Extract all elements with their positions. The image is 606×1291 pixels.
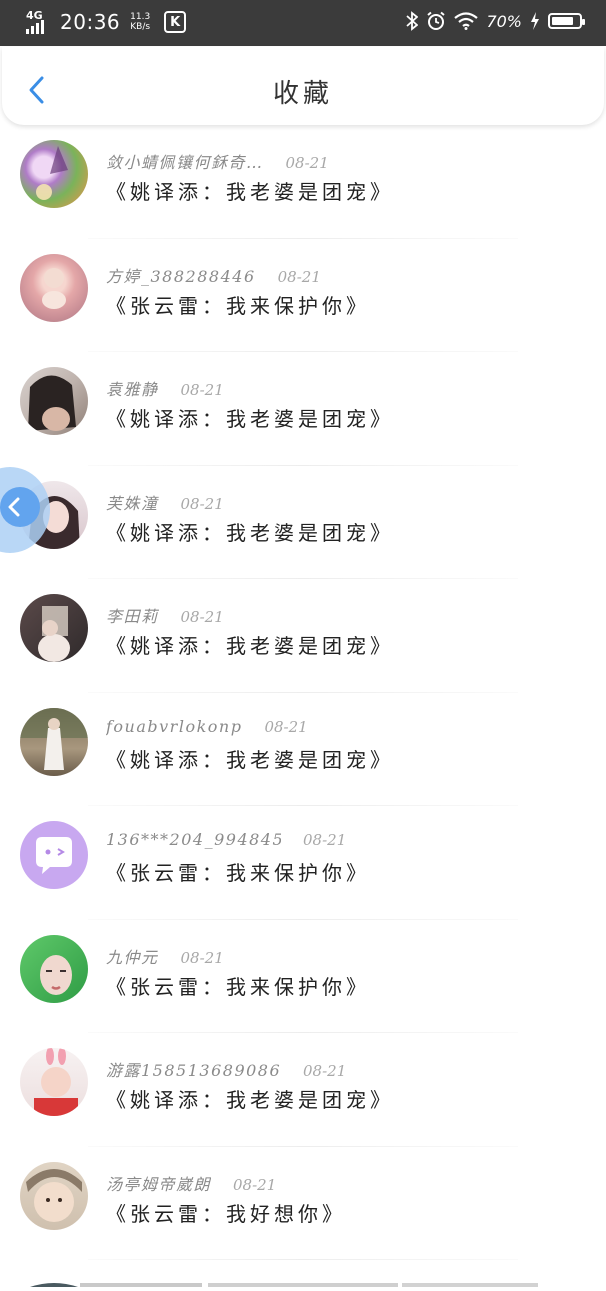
avatar-image <box>34 1048 78 1116</box>
item-title[interactable]: 《张云雷：我来保护你》 <box>106 971 370 1000</box>
list-item[interactable]: 游露1585136890860 08-21 《姚译添：我老婆是团宠》 <box>0 1033 606 1147</box>
list-item[interactable]: 敛小蜻佩镶何鉌奇… 08-21 《姚译添：我老婆是团宠》 <box>0 125 606 239</box>
avatar-image <box>28 375 76 431</box>
avatar-image <box>20 707 88 770</box>
list-item[interactable]: 方婷_388288446 08-21 《张云雷：我来保护你》 <box>0 239 606 352</box>
battery-percent: 70% <box>486 11 522 31</box>
next-item-preview <box>30 1283 538 1287</box>
item-title[interactable]: 《张云雷：我来保护你》 <box>106 290 370 319</box>
status-bar: 4G 20:36 11.3 KB/s K 70% <box>0 0 606 46</box>
author-name: 汤亭姆帝崴朗 <box>106 1174 212 1194</box>
battery-icon <box>548 13 585 29</box>
author-name: 敛小蜻佩镶何鉌奇… <box>106 153 264 172</box>
author-name: 136***204_994845… <box>106 830 281 849</box>
list-item[interactable]: fouabvrlokonp 08-21 《姚译添：我老婆是团宠》 <box>0 693 606 806</box>
author-name: 游露1585136890860 <box>106 1061 281 1080</box>
list-item[interactable]: 李田莉 08-21 《姚译添：我老婆是团宠》 <box>0 579 606 693</box>
list-item[interactable]: 芙姝潼 08-21 《姚译添：我老婆是团宠》 <box>0 466 606 579</box>
list-item[interactable]: 汤亭姆帝崴朗 08-21 《张云雷：我好想你》 <box>0 1147 606 1260</box>
avatar-image <box>42 267 66 309</box>
author-name: 九仲元 <box>106 947 159 967</box>
avatar-image <box>40 954 72 995</box>
favorites-list: 敛小蜻佩镶何鉌奇… 08-21 《姚译添：我老婆是团宠》 方婷_38828844… <box>0 125 606 1260</box>
avatar[interactable] <box>20 1161 88 1230</box>
item-date: 08-21 <box>180 948 224 967</box>
item-date: 08-21 <box>264 717 308 736</box>
item-title[interactable]: 《姚译添：我老婆是团宠》 <box>106 744 394 773</box>
avatar-image <box>38 606 70 662</box>
item-date: 08-21 <box>233 1175 277 1194</box>
item-date: 08-21 <box>180 381 224 399</box>
author-name: 方婷_388288446 <box>106 266 256 286</box>
alarm-icon <box>427 11 446 30</box>
avatar[interactable] <box>20 934 88 1003</box>
item-title[interactable]: 《姚译添：我老婆是团宠》 <box>106 517 394 546</box>
charging-icon <box>531 12 539 30</box>
avatar[interactable] <box>20 367 88 435</box>
net-speed-value: 11.3 <box>130 12 151 22</box>
item-date: 08-21 <box>303 1062 347 1080</box>
chevron-left-icon <box>8 497 20 517</box>
item-date: 08-21 <box>285 154 329 172</box>
signal-icon: 4G <box>26 9 52 34</box>
divider <box>88 1259 518 1260</box>
nav-bar: 收藏 <box>2 47 604 125</box>
author-name: 芙姝潼 <box>106 493 159 513</box>
author-name: 李田莉 <box>106 607 159 626</box>
page-title: 收藏 <box>272 79 333 109</box>
item-title[interactable]: 《姚译添：我老婆是团宠》 <box>106 403 394 432</box>
avatar-image <box>36 146 68 200</box>
item-title[interactable]: 《张云雷：我来保护你》 <box>106 857 370 886</box>
avatar-image <box>26 1168 82 1222</box>
avatar[interactable] <box>20 594 88 662</box>
item-title[interactable]: 《姚译添：我老婆是团宠》 <box>106 1084 394 1113</box>
avatar[interactable] <box>20 821 88 889</box>
avatar[interactable] <box>20 707 88 776</box>
item-date: 08-21 <box>303 831 347 849</box>
next-item-peek <box>0 1272 606 1287</box>
clock: 20:36 <box>60 10 121 34</box>
author-name: fouabvrlokonp <box>106 716 243 736</box>
item-title[interactable]: 《姚译添：我老婆是团宠》 <box>106 630 394 659</box>
author-name: 袁雅静 <box>106 380 159 399</box>
avatar[interactable] <box>20 253 88 322</box>
wifi-icon <box>454 12 479 30</box>
bluetooth-icon <box>406 11 419 31</box>
net-speed: 11.3 KB/s <box>130 12 150 32</box>
list-item[interactable]: 九仲元 08-21 《张云雷：我来保护你》 <box>0 920 606 1033</box>
app-badge-icon: K <box>164 11 187 33</box>
list-item[interactable]: 136***204_994845… 08-21 《张云雷：我来保护你》 <box>0 806 606 920</box>
item-title[interactable]: 《姚译添：我老婆是团宠》 <box>106 176 394 205</box>
item-date: 08-21 <box>277 267 321 286</box>
chat-bubble-icon <box>36 837 72 874</box>
item-title[interactable]: 《张云雷：我好想你》 <box>106 1198 346 1227</box>
avatar[interactable] <box>20 1048 88 1116</box>
list-item[interactable]: 袁雅静 08-21 《姚译添：我老婆是团宠》 <box>0 352 606 466</box>
avatar[interactable] <box>20 140 88 208</box>
item-date: 08-21 <box>180 494 224 513</box>
item-date: 08-21 <box>180 608 224 626</box>
net-speed-unit: KB/s <box>130 22 151 32</box>
